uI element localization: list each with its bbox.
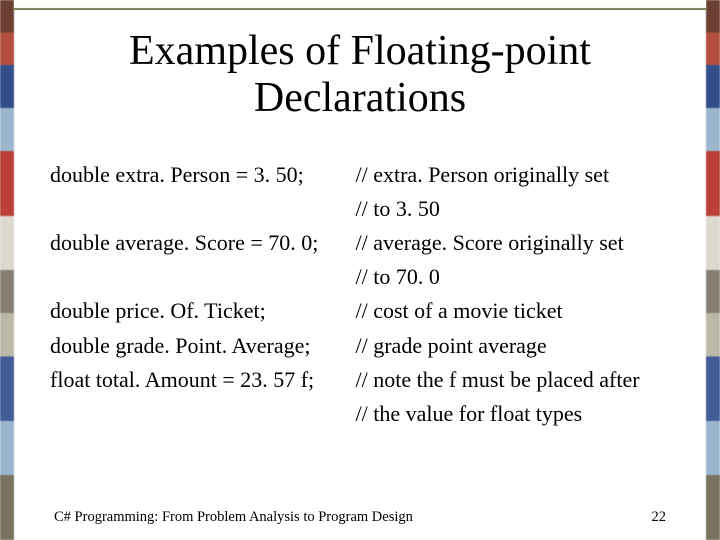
declaration-text: double price. Of. Ticket;: [50, 294, 350, 328]
comment-text: // extra. Person originally set: [356, 162, 610, 187]
comment-text: // cost of a movie ticket: [356, 298, 563, 323]
decorative-right-strip: [706, 0, 720, 540]
slide-body: double extra. Person = 3. 50; // extra. …: [50, 158, 670, 431]
footer-left: C# Programming: From Problem Analysis to…: [54, 509, 413, 526]
code-line: double grade. Point. Average; // grade p…: [50, 329, 670, 363]
comment-text: // to 3. 50: [356, 196, 440, 221]
code-line: double average. Score = 70. 0; // averag…: [50, 226, 670, 260]
declaration-text: double average. Score = 70. 0;: [50, 226, 350, 260]
footer: C# Programming: From Problem Analysis to…: [54, 509, 666, 526]
page-number: 22: [652, 509, 667, 526]
decorative-left-strip: [0, 0, 14, 540]
comment-text: // grade point average: [356, 333, 547, 358]
code-line: // the value for float types: [50, 397, 670, 431]
comment-text: // average. Score originally set: [356, 230, 624, 255]
comment-text: // to 70. 0: [356, 264, 440, 289]
code-line: float total. Amount = 23. 57 f; // note …: [50, 363, 670, 397]
code-line: double extra. Person = 3. 50; // extra. …: [50, 158, 670, 192]
code-line: double price. Of. Ticket; // cost of a m…: [50, 294, 670, 328]
comment-text: // note the f must be placed after: [356, 367, 640, 392]
declaration-text: double grade. Point. Average;: [50, 329, 350, 363]
declaration-text: float total. Amount = 23. 57 f;: [50, 363, 350, 397]
code-line: // to 3. 50: [50, 192, 670, 226]
code-line: // to 70. 0: [50, 260, 670, 294]
slide-title: Examples of Floating-point Declarations: [50, 28, 670, 122]
comment-text: // the value for float types: [356, 401, 583, 426]
declaration-text: double extra. Person = 3. 50;: [50, 158, 350, 192]
top-rule: [14, 0, 706, 10]
slide: Examples of Floating-point Declarations …: [14, 10, 706, 540]
